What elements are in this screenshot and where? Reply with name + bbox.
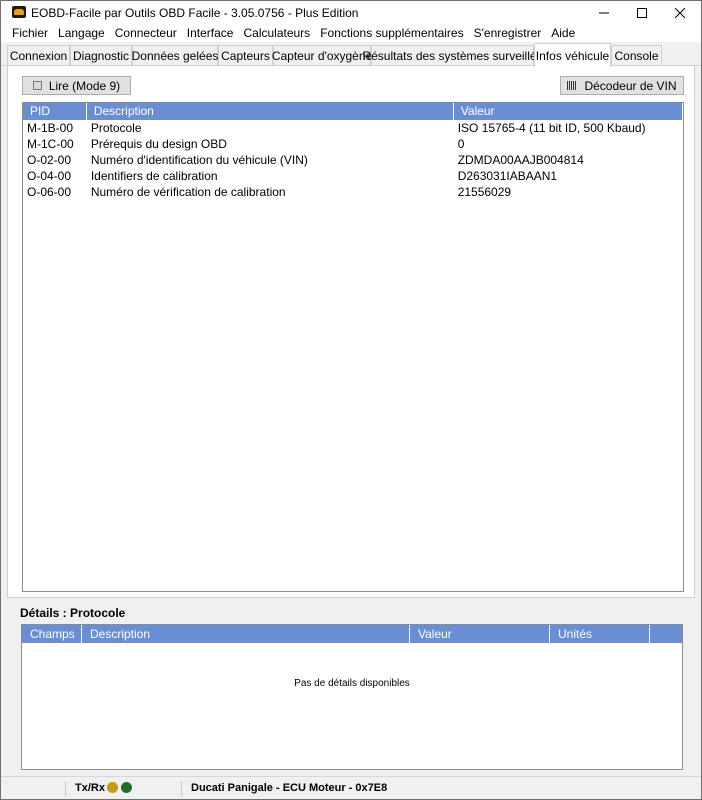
tab-capteurs[interactable]: Capteurs bbox=[218, 45, 273, 66]
tab-infos-vehicule[interactable]: Infos véhicule bbox=[534, 43, 611, 67]
cell-pid: M-1B-00 bbox=[27, 121, 74, 135]
read-icon bbox=[32, 81, 42, 90]
tab-connexion[interactable]: Connexion bbox=[7, 45, 70, 66]
cell-pid: O-04-00 bbox=[27, 169, 72, 183]
cell-description: Protocole bbox=[90, 121, 142, 135]
window-title: EOBD-Facile par Outils OBD Facile - 3.05… bbox=[31, 6, 359, 20]
cell-description: Numéro d'identification du véhicule (VIN… bbox=[90, 153, 308, 167]
table-row[interactable]: O-06-00 Numéro de vérification de calibr… bbox=[23, 184, 683, 200]
cell-description: Prérequis du design OBD bbox=[90, 137, 227, 151]
txrx-label: Tx/Rx bbox=[75, 782, 105, 794]
table-row[interactable]: O-04-00 Identifiers de calibration D2630… bbox=[23, 168, 683, 184]
maximize-button[interactable] bbox=[624, 1, 660, 24]
cell-pid: M-1C-00 bbox=[27, 137, 74, 151]
column-header-valeur[interactable]: Valeur bbox=[410, 625, 550, 643]
vehicle-info-table[interactable]: PID Description Valeur M-1B-00 Protocole… bbox=[22, 102, 684, 592]
infos-vehicule-panel: Lire (Mode 9) Décodeur de VIN PID Descri… bbox=[7, 66, 695, 598]
cell-value: D263031IABAAN1 bbox=[457, 169, 558, 183]
tx-indicator-icon bbox=[107, 782, 118, 793]
column-header-valeur[interactable]: Valeur bbox=[454, 103, 683, 120]
status-bar: Tx/Rx Ducati Panigale - ECU Moteur - 0x7… bbox=[1, 776, 701, 799]
close-icon bbox=[675, 7, 685, 18]
menu-langage[interactable]: Langage bbox=[53, 24, 110, 42]
cell-value: ISO 15765-4 (11 bit ID, 500 Kbaud) bbox=[457, 121, 646, 135]
menu-fonctions-supplementaires[interactable]: Fonctions supplémentaires bbox=[315, 24, 468, 42]
menu-fichier[interactable]: Fichier bbox=[7, 24, 53, 42]
table-row[interactable]: M-1C-00 Prérequis du design OBD 0 bbox=[23, 136, 683, 152]
tab-resultats-systemes-surveilles[interactable]: Résultats des systèmes surveillés bbox=[362, 45, 543, 66]
menu-interface[interactable]: Interface bbox=[182, 24, 239, 42]
table-header: PID Description Valeur bbox=[23, 103, 683, 120]
minimize-button[interactable] bbox=[586, 1, 622, 24]
menu-aide[interactable]: Aide bbox=[546, 24, 580, 42]
details-title: Détails : Protocole bbox=[20, 606, 126, 620]
vehicle-ecu-status: Ducati Panigale - ECU Moteur - 0x7E8 bbox=[191, 782, 388, 794]
menu-senregistrer[interactable]: S'enregistrer bbox=[469, 24, 547, 42]
column-header-champs[interactable]: Champs bbox=[22, 625, 82, 643]
table-row[interactable]: O-02-00 Numéro d'identification du véhic… bbox=[23, 152, 683, 168]
details-table[interactable]: Champs Description Valeur Unités Pas de … bbox=[21, 624, 683, 770]
vin-decoder-button[interactable]: Décodeur de VIN bbox=[560, 76, 684, 95]
cell-description: Numéro de vérification de calibration bbox=[90, 185, 286, 199]
app-window: EOBD-Facile par Outils OBD Facile - 3.05… bbox=[0, 0, 702, 800]
cell-description: Identifiers de calibration bbox=[90, 169, 218, 183]
cell-value: 0 bbox=[457, 137, 465, 151]
menu-connecteur[interactable]: Connecteur bbox=[110, 24, 182, 42]
column-header-unites[interactable]: Unités bbox=[550, 625, 650, 643]
menu-calculateurs[interactable]: Calculateurs bbox=[238, 24, 315, 42]
cell-value: ZDMDA00AAJB004814 bbox=[457, 153, 584, 167]
cell-pid: O-06-00 bbox=[27, 185, 72, 199]
read-button-label: Lire (Mode 9) bbox=[48, 78, 121, 93]
eobd-car-icon bbox=[12, 6, 26, 18]
tab-donnees-gelees[interactable]: Données gelées bbox=[132, 45, 218, 66]
vin-decoder-label: Décodeur de VIN bbox=[584, 78, 677, 93]
rx-indicator-icon bbox=[121, 782, 132, 793]
minimize-icon bbox=[599, 12, 609, 13]
table-row[interactable]: M-1B-00 Protocole ISO 15765-4 (11 bit ID… bbox=[23, 120, 683, 136]
status-separator bbox=[181, 781, 182, 796]
tab-strip: Connexion Diagnostic Données gelées Capt… bbox=[1, 42, 701, 67]
close-button[interactable] bbox=[662, 1, 698, 24]
cell-pid: O-02-00 bbox=[27, 153, 72, 167]
maximize-icon bbox=[637, 7, 647, 18]
status-separator bbox=[65, 781, 66, 796]
column-header-description[interactable]: Description bbox=[87, 103, 454, 120]
tab-console[interactable]: Console bbox=[611, 45, 662, 66]
tab-capteur-oxygene[interactable]: Capteur d'oxygène bbox=[272, 45, 372, 66]
details-panel: Détails : Protocole Champs Description V… bbox=[7, 598, 695, 776]
barcode-icon bbox=[567, 81, 578, 90]
column-header-description[interactable]: Description bbox=[82, 625, 410, 643]
tab-diagnostic[interactable]: Diagnostic bbox=[70, 45, 132, 66]
read-mode9-button[interactable]: Lire (Mode 9) bbox=[22, 76, 131, 95]
title-bar: EOBD-Facile par Outils OBD Facile - 3.05… bbox=[1, 1, 701, 24]
column-header-pid[interactable]: PID bbox=[23, 103, 87, 120]
details-table-header: Champs Description Valeur Unités bbox=[22, 625, 682, 643]
menu-bar: Fichier Langage Connecteur Interface Cal… bbox=[1, 24, 701, 42]
no-details-message: Pas de détails disponibles bbox=[294, 678, 410, 689]
cell-value: 21556029 bbox=[457, 185, 512, 199]
